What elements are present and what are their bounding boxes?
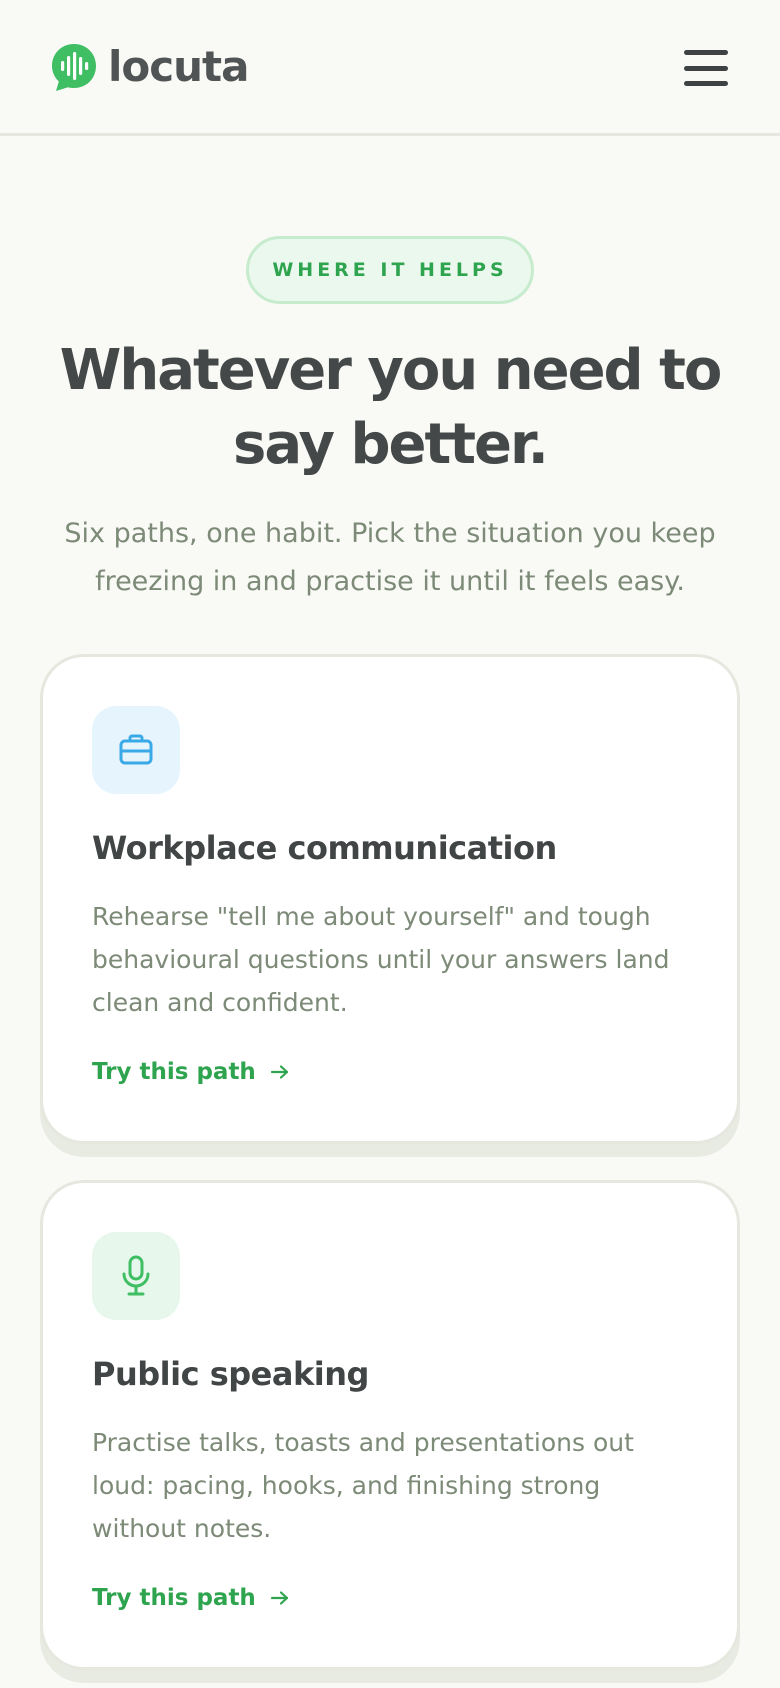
path-card-workplace: Workplace communication Rehearse "tell m…	[40, 654, 740, 1144]
link-label: Try this path	[92, 1585, 256, 1611]
try-path-link[interactable]: Try this path	[92, 1585, 290, 1611]
link-label: Try this path	[92, 1059, 256, 1085]
logo-text: locuta	[108, 42, 249, 91]
section-eyebrow-badge: WHERE IT HELPS	[246, 236, 534, 304]
menu-bar	[684, 81, 728, 86]
site-header: locuta	[0, 0, 780, 136]
card-description: Rehearse "tell me about yourself" and to…	[92, 902, 670, 1017]
arrow-right-icon	[270, 1590, 290, 1606]
path-card-public-speaking: Public speaking Practise talks, toasts a…	[40, 1180, 740, 1670]
briefcase-icon	[92, 706, 180, 794]
page-title: Whatever you need to say better.	[59, 338, 723, 477]
microphone-icon	[92, 1232, 180, 1320]
arrow-right-icon	[270, 1064, 290, 1080]
sound-wave-bubble-icon	[50, 42, 98, 92]
menu-bar	[684, 50, 728, 55]
card-title: Public speaking	[92, 1355, 369, 1393]
section-subtitle: Six paths, one habit. Pick the situation…	[64, 518, 716, 597]
try-path-link[interactable]: Try this path	[92, 1059, 290, 1085]
hamburger-menu-icon[interactable]	[684, 50, 728, 86]
menu-bar	[684, 65, 728, 71]
card-title: Workplace communication	[92, 829, 557, 867]
card-description: Practise talks, toasts and presentations…	[92, 1428, 634, 1543]
logo[interactable]: locuta	[50, 42, 249, 92]
